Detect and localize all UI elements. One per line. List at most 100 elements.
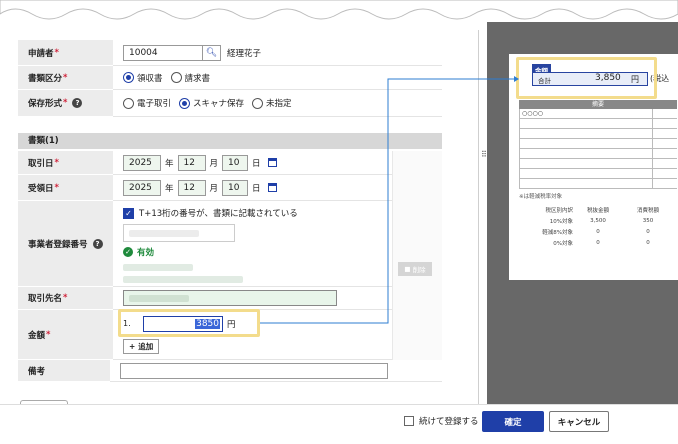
doc-type-row: 書類区分 * 領収書 請求書 bbox=[18, 66, 442, 90]
partner-row: 取引先名 * bbox=[18, 287, 442, 310]
storage-label: 保存形式 bbox=[28, 99, 63, 109]
row-action-column bbox=[392, 151, 442, 360]
preview-cell-divider bbox=[652, 159, 653, 169]
preview-cell-divider bbox=[652, 169, 653, 179]
split-divider[interactable] bbox=[478, 30, 479, 404]
preview-note: ※は軽減税率対象 bbox=[519, 194, 563, 200]
preview-tax-cell: 消費税額 bbox=[636, 207, 659, 214]
preview-cell-divider bbox=[652, 129, 653, 139]
trash-icon: ■ bbox=[404, 265, 411, 273]
tx-date-row: 取引日 * 2025 年 12 月 10 日 bbox=[18, 151, 442, 175]
radio-receipt[interactable]: 領収書 bbox=[123, 72, 163, 84]
registration-label: 事業者登録番号 bbox=[28, 239, 88, 250]
preview-tax-cell: 税抜金額 bbox=[586, 207, 609, 214]
storage-row: 保存形式 *? 電子取引 スキャナ保存 未指定 bbox=[18, 90, 442, 117]
preview-tax-cell: 税区別内訳 bbox=[545, 207, 573, 214]
radio-selected-icon bbox=[123, 72, 134, 83]
help-icon[interactable]: ? bbox=[72, 98, 83, 108]
add-amount-button[interactable]: + 追加 bbox=[123, 338, 160, 354]
preview-row: ○○○○ bbox=[519, 109, 677, 119]
preview-row bbox=[519, 159, 677, 169]
continue-checkbox[interactable]: 続けて登録する bbox=[404, 415, 479, 427]
radio-invoice[interactable]: 請求書 bbox=[170, 72, 210, 84]
checkbox-icon[interactable] bbox=[404, 416, 414, 426]
preview-highlight bbox=[516, 57, 657, 99]
preview-tax-cell: 軽減8%対象 bbox=[542, 229, 573, 236]
radio-unspecified[interactable]: 未指定 bbox=[252, 97, 292, 109]
tx-date-label: 取引日 bbox=[28, 158, 54, 169]
tx-month-input[interactable]: 12 bbox=[177, 154, 206, 171]
applicant-row: 申請者 * 10004 🔍︎ 経理花子 bbox=[18, 40, 442, 66]
registration-row: 事業者登録番号? ✓ T+13桁の番号が、書類に記載されている ✓ 有効 bbox=[18, 201, 442, 287]
preview-tax-row: 10%対象 3,500 350 bbox=[523, 215, 673, 226]
preview-row bbox=[519, 169, 677, 179]
recv-year-input[interactable]: 2025 bbox=[123, 179, 161, 196]
preview-cell-divider bbox=[652, 119, 653, 129]
radio-icon bbox=[170, 72, 182, 83]
recv-month-input[interactable]: 12 bbox=[177, 179, 206, 196]
preview-cell-divider bbox=[652, 149, 653, 159]
plus-icon: + bbox=[129, 341, 136, 351]
delete-button[interactable]: ■ 削除 bbox=[398, 262, 432, 276]
registration-detail bbox=[123, 276, 243, 283]
section-title: 書類(1) bbox=[18, 133, 442, 149]
partner-label: 取引先名 bbox=[28, 294, 63, 304]
note-row: 備考 bbox=[18, 360, 442, 382]
doc-type-label: 書類区分 bbox=[28, 73, 63, 84]
preview-tax-cell: 350 bbox=[642, 217, 654, 224]
preview-tax-row: 0%対象 0 0 bbox=[523, 237, 673, 248]
recv-date-label: 受領日 bbox=[28, 183, 54, 194]
recv-day-input[interactable]: 10 bbox=[222, 179, 249, 196]
search-icon[interactable]: 🔍︎ bbox=[203, 44, 221, 61]
required-mark: * bbox=[54, 47, 59, 58]
preview-row bbox=[519, 139, 677, 149]
confirm-button[interactable]: 確定 bbox=[482, 411, 544, 432]
preview-cell-divider bbox=[652, 109, 653, 119]
preview-tax-row: 税区別内訳 税抜金額 消費税額 bbox=[523, 204, 673, 215]
tx-day-input[interactable]: 10 bbox=[222, 154, 249, 171]
preview-tax-cell: 0 bbox=[646, 239, 650, 246]
applicant-name: 経理花子 bbox=[227, 48, 262, 59]
cancel-button[interactable]: キャンセル bbox=[549, 411, 609, 432]
preview-tax-cell: 0 bbox=[596, 228, 600, 235]
preview-tax-table: 税区別内訳 税抜金額 消費税額 10%対象 3,500 350 軽減8%対象 0 0 0%対象 0 0 bbox=[523, 204, 673, 248]
checkbox-checked-icon[interactable]: ✓ bbox=[123, 207, 134, 219]
document-form: 申請者 * 10004 🔍︎ 経理花子 書類区分 * 領収書 請求書 保存形式 *? … bbox=[18, 40, 442, 404]
registration-check-label: T+13桁の番号が、書類に記載されている bbox=[139, 209, 298, 219]
drag-handle-icon[interactable]: ⠿ bbox=[481, 150, 487, 159]
registration-detail bbox=[123, 264, 193, 271]
radio-icon bbox=[252, 97, 264, 109]
preview-row bbox=[519, 179, 677, 189]
registration-number-input[interactable] bbox=[123, 224, 235, 242]
preview-tax-cell: 0 bbox=[646, 228, 650, 235]
calendar-icon[interactable] bbox=[267, 158, 277, 167]
preview-tax-row: 軽減8%対象 0 0 bbox=[523, 226, 673, 237]
applicant-label: 申請者 bbox=[28, 48, 54, 59]
registration-status: 有効 bbox=[137, 248, 155, 258]
preview-cell-divider bbox=[652, 139, 653, 149]
preview-table-header: 摘要 bbox=[519, 100, 677, 109]
radio-scanner[interactable]: スキャナ保存 bbox=[179, 97, 244, 109]
preview-row bbox=[519, 119, 677, 129]
preview-tax-cell: 3,500 bbox=[590, 217, 606, 224]
radio-selected-icon bbox=[179, 97, 191, 109]
recv-date-row: 受領日 * 2025 年 12 月 10 日 bbox=[18, 175, 442, 201]
preview-row bbox=[519, 149, 677, 159]
preview-tax-cell: 0 bbox=[596, 239, 600, 246]
note-label: 備考 bbox=[28, 366, 46, 377]
preview-row bbox=[519, 129, 677, 139]
applicant-code-input[interactable]: 10004 bbox=[123, 44, 203, 61]
preview-tax-cell: 0%対象 bbox=[553, 240, 573, 247]
amount-highlight bbox=[118, 309, 260, 337]
partner-name-input[interactable] bbox=[123, 290, 337, 306]
check-circle-icon: ✓ bbox=[123, 247, 133, 257]
radio-electronic[interactable]: 電子取引 bbox=[123, 97, 171, 109]
tx-year-input[interactable]: 2025 bbox=[123, 154, 161, 171]
preview-tax-cell: 10%対象 bbox=[549, 218, 573, 225]
calendar-icon[interactable] bbox=[267, 183, 277, 192]
help-icon[interactable]: ? bbox=[92, 238, 103, 249]
amount-label: 金額 bbox=[28, 330, 46, 341]
preview-cell-divider bbox=[652, 179, 653, 189]
note-input[interactable] bbox=[120, 362, 388, 379]
radio-icon bbox=[123, 97, 134, 109]
